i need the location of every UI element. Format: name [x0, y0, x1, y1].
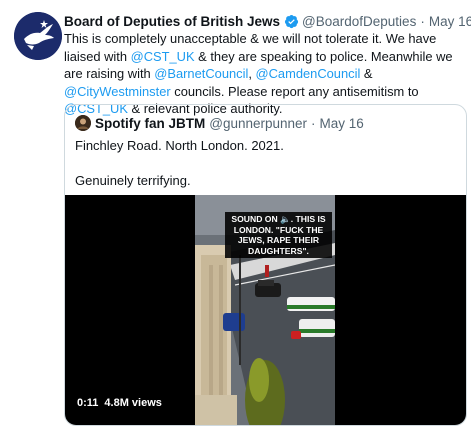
- timestamp[interactable]: May 16: [429, 14, 471, 29]
- verified-badge-icon: [284, 14, 299, 29]
- display-name[interactable]: Board of Deputies of British Jews: [64, 14, 280, 29]
- video-views: 4.8M views: [104, 397, 162, 409]
- video-caption: SOUND ON 🔈. THIS IS LONDON. "FUCK THE JE…: [225, 212, 332, 258]
- text-segment: ,: [248, 66, 256, 81]
- text-segment: councils. Please report any antisemitism…: [170, 83, 419, 99]
- tweet[interactable]: Board of Deputies of British Jews @Board…: [0, 0, 471, 426]
- separator-dot: ·: [420, 13, 425, 29]
- video-duration: 0:11: [77, 397, 99, 409]
- mention-link[interactable]: @CST_UK: [131, 49, 195, 64]
- tweet-header: Board of Deputies of British Jews @Board…: [64, 12, 471, 30]
- quoted-tweet-text: Finchley Road. North London. 2021. Genui…: [75, 138, 284, 188]
- mention-link[interactable]: @CityWestminster: [64, 84, 171, 99]
- dove-logo-icon: [14, 12, 62, 60]
- avatar[interactable]: [14, 12, 62, 60]
- video-player[interactable]: SOUND ON 🔈. THIS IS LONDON. "FUCK THE JE…: [65, 195, 466, 425]
- separator-dot: ·: [311, 115, 316, 131]
- mention-link[interactable]: @CamdenCouncil: [256, 66, 361, 81]
- quoted-handle[interactable]: @gunnerpunner: [209, 116, 307, 131]
- quoted-tweet-header: Spotify fan JBTM @gunnerpunner · May 16: [75, 114, 364, 132]
- mention-link[interactable]: @BarnetCouncil: [154, 66, 248, 81]
- quoted-display-name[interactable]: Spotify fan JBTM: [95, 116, 205, 131]
- video-thumbnail: SOUND ON 🔈. THIS IS LONDON. "FUCK THE JE…: [195, 195, 335, 425]
- quoted-timestamp[interactable]: May 16: [320, 116, 364, 131]
- video-meta: 0:11 4.8M views: [77, 397, 162, 409]
- quoted-avatar[interactable]: [75, 115, 91, 131]
- handle[interactable]: @BoardofDeputies: [302, 14, 416, 29]
- quoted-tweet[interactable]: Spotify fan JBTM @gunnerpunner · May 16 …: [64, 104, 467, 426]
- text-segment: &: [360, 66, 373, 81]
